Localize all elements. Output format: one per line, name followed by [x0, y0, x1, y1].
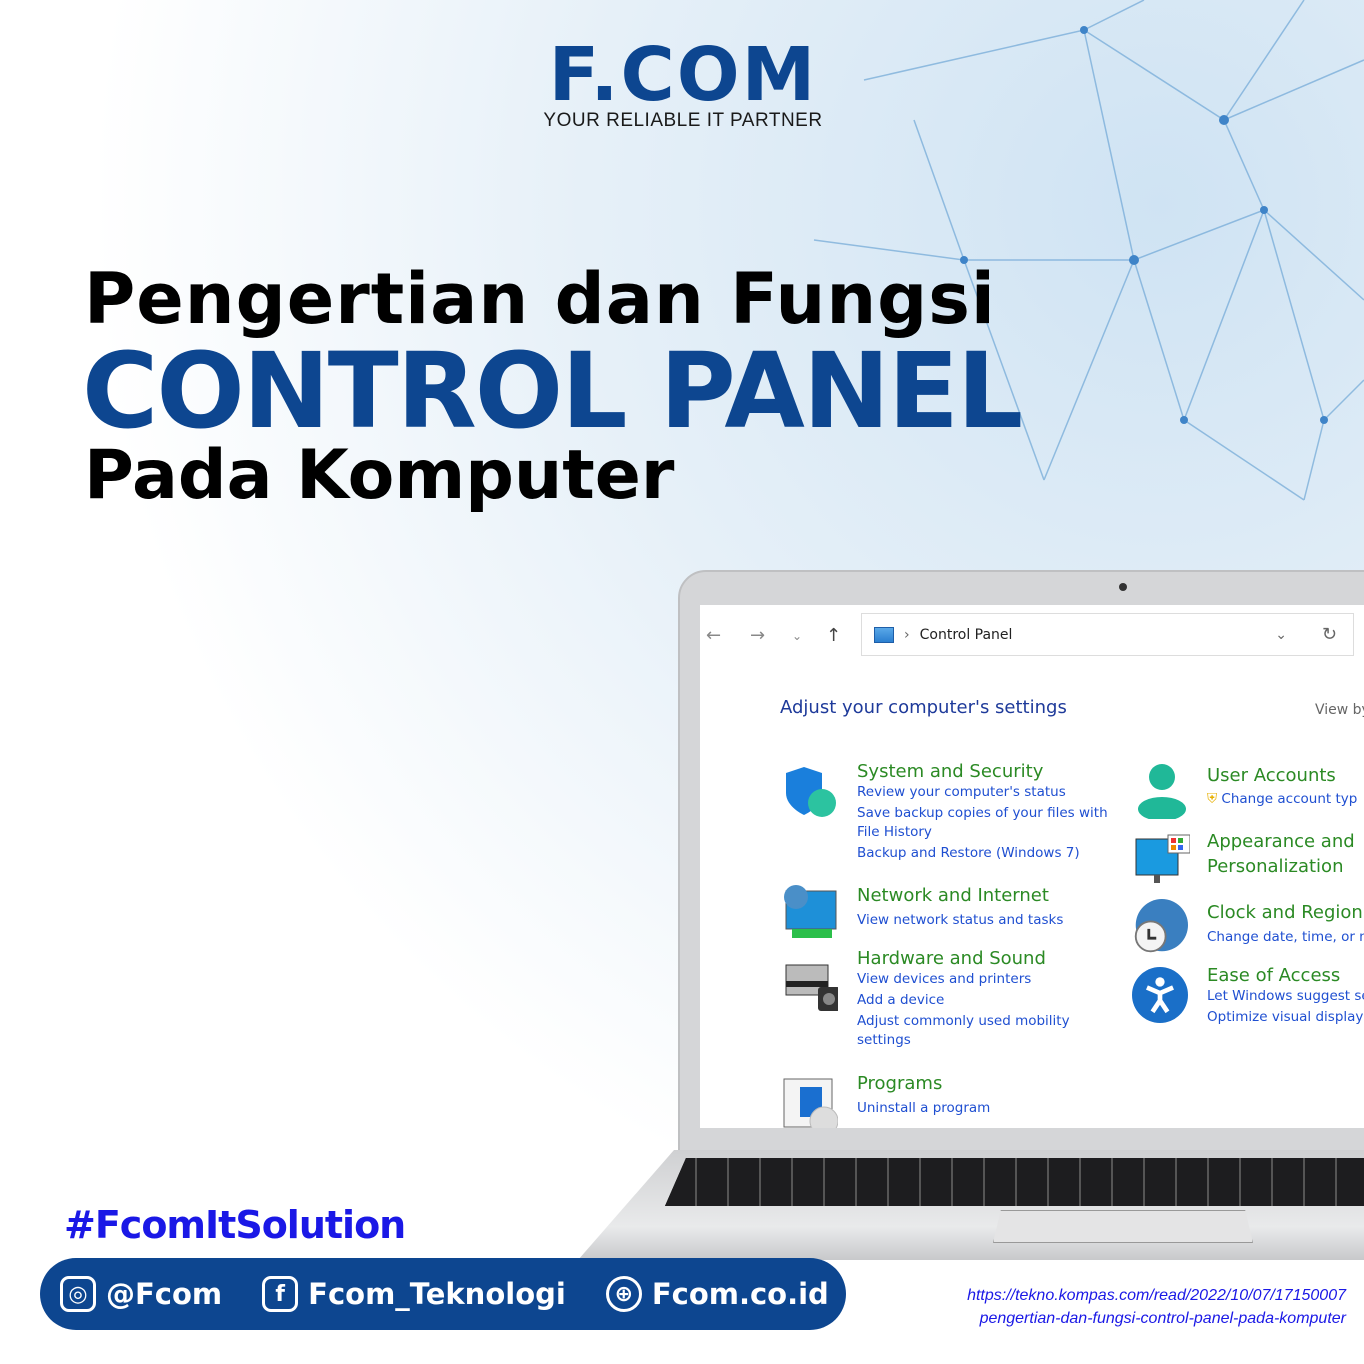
social-facebook[interactable]: f Fcom_Teknologi: [262, 1276, 566, 1312]
source-link[interactable]: https://tekno.kompas.com/read/2022/10/07…: [967, 1284, 1346, 1330]
address-bar[interactable]: › Control Panel ⌄ ↻: [861, 613, 1354, 656]
page-heading: Adjust your computer's settings: [780, 697, 1067, 718]
category-network-internet[interactable]: Network and Internet View network status…: [857, 885, 1177, 931]
programs-icon: [783, 1078, 838, 1128]
hashtag: #FcomItSolution: [64, 1203, 406, 1247]
laptop-keyboard: [665, 1158, 1364, 1206]
forward-arrow-icon[interactable]: →: [750, 625, 765, 646]
network-icon: [784, 885, 837, 938]
category-programs[interactable]: Programs Uninstall a program: [857, 1073, 1177, 1119]
category-hardware-sound[interactable]: Hardware and Sound View devices and prin…: [857, 948, 1177, 1051]
instagram-icon: ◎: [60, 1276, 96, 1312]
uac-shield-icon: ⛨: [1207, 791, 1218, 807]
category-user-accounts[interactable]: User Accounts ⛨ Change account typ: [1207, 765, 1364, 810]
category-clock-region[interactable]: Clock and Region Change date, time, or n: [1207, 902, 1364, 948]
breadcrumb-chevron-icon: ›: [904, 626, 910, 643]
refresh-icon[interactable]: ↻: [1322, 624, 1337, 645]
shield-icon: [786, 767, 836, 817]
view-by-label[interactable]: View by: [1315, 702, 1364, 718]
category-appearance-personalization[interactable]: Appearance and Personalization: [1207, 831, 1364, 877]
facebook-icon: f: [262, 1276, 299, 1312]
monitor-icon: [1135, 834, 1190, 883]
control-panel-window: ← → ⌄ ↑ › Control Panel ⌄ ↻ Adjust your …: [700, 605, 1364, 1128]
globe-icon: ⊕: [605, 1276, 642, 1312]
headline-line2: CONTROL PANEL: [82, 330, 1023, 452]
chevron-down-icon[interactable]: ⌄: [1275, 627, 1287, 643]
category-system-security[interactable]: System and Security Review your computer…: [857, 761, 1177, 864]
headline-line1: Pengertian dan Fungsi: [84, 258, 996, 340]
control-panel-icon: [874, 626, 894, 643]
up-arrow-icon[interactable]: ↑: [826, 625, 841, 646]
accessibility-icon: [1132, 967, 1188, 1023]
laptop-touchpad: [993, 1210, 1253, 1243]
social-instagram[interactable]: ◎ @Fcom: [60, 1276, 222, 1312]
clock-globe-icon: [1134, 899, 1188, 953]
social-website[interactable]: ⊕ Fcom.co.id: [605, 1276, 829, 1312]
category-ease-of-access[interactable]: Ease of Access Let Windows suggest se Op…: [1207, 965, 1364, 1028]
headline-line3: Pada Komputer: [84, 436, 675, 515]
fcom-logo: F.COM YOUR RELIABLE IT PARTNER: [543, 32, 823, 131]
camera: [1119, 583, 1127, 591]
back-arrow-icon[interactable]: ←: [706, 625, 721, 646]
address-text: Control Panel: [919, 626, 1013, 643]
user-icon: [1138, 764, 1186, 819]
recent-dropdown-icon[interactable]: ⌄: [792, 629, 802, 643]
printer-icon: [785, 964, 838, 1011]
social-bar: ◎ @Fcom f Fcom_Teknologi ⊕ Fcom.co.id: [40, 1258, 846, 1330]
